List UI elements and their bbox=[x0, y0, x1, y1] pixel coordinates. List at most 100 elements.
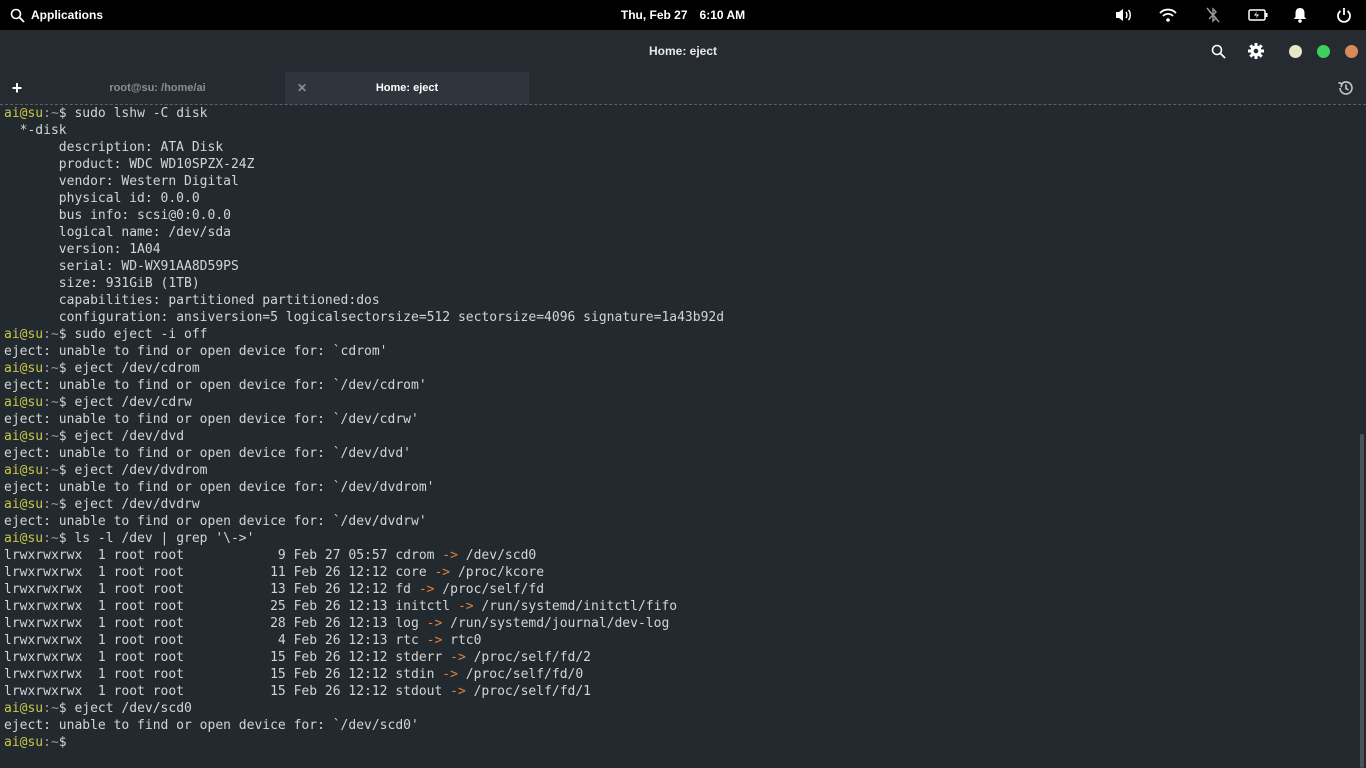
symlink-arrow: -> bbox=[442, 548, 458, 563]
terminal-line: eject: unable to find or open device for… bbox=[4, 377, 1344, 394]
listing-entry: lrwxrwxrwx 1 root root 11 Feb 26 12:12 c… bbox=[4, 565, 435, 580]
terminal-line: lrwxrwxrwx 1 root root 13 Feb 26 12:12 f… bbox=[4, 581, 1344, 598]
terminal-line: lrwxrwxrwx 1 root root 9 Feb 27 05:57 cd… bbox=[4, 547, 1344, 564]
applications-menu[interactable]: Applications bbox=[10, 0, 103, 30]
tab-home-eject[interactable]: ✕ Home: eject bbox=[285, 72, 529, 104]
terminal-line: lrwxrwxrwx 1 root root 15 Feb 26 12:12 s… bbox=[4, 666, 1344, 683]
terminal-line: description: ATA Disk bbox=[4, 139, 1344, 156]
terminal-line: ai@su:~$ eject /dev/dvdrw bbox=[4, 496, 1344, 513]
prompt-user: ai@su bbox=[4, 395, 44, 410]
volume-icon[interactable] bbox=[1114, 0, 1134, 30]
command-text: eject /dev/dvdrom bbox=[66, 463, 208, 478]
prompt-symbol: $ bbox=[58, 701, 67, 716]
symlink-target: /proc/self/fd/2 bbox=[465, 650, 592, 665]
symlink-target: /proc/kcore bbox=[450, 565, 545, 580]
terminal-line: ai@su:~$ ls -l /dev | grep '\->' bbox=[4, 530, 1344, 547]
terminal-line: eject: unable to find or open device for… bbox=[4, 445, 1344, 462]
power-icon[interactable] bbox=[1337, 0, 1351, 30]
listing-entry: lrwxrwxrwx 1 root root 15 Feb 26 12:12 s… bbox=[4, 684, 451, 699]
terminal-line: physical id: 0.0.0 bbox=[4, 190, 1344, 207]
symlink-arrow: -> bbox=[457, 599, 474, 614]
listing-entry: lrwxrwxrwx 1 root root 13 Feb 26 12:12 f… bbox=[4, 582, 419, 597]
history-icon[interactable] bbox=[1337, 79, 1355, 97]
prompt-user: ai@su bbox=[4, 106, 44, 121]
notifications-icon[interactable] bbox=[1293, 0, 1307, 30]
command-text: eject /dev/scd0 bbox=[66, 701, 192, 716]
wifi-icon[interactable] bbox=[1159, 0, 1177, 30]
light-theme-dot-icon bbox=[1288, 44, 1302, 58]
prompt-path: :~ bbox=[43, 531, 59, 546]
output-text: version: 1A04 bbox=[4, 242, 161, 257]
terminal-line: lrwxrwxrwx 1 root root 11 Feb 26 12:12 c… bbox=[4, 564, 1344, 581]
terminal-output[interactable]: ai@su:~$ sudo lshw -C disk *-disk descri… bbox=[4, 105, 1344, 768]
output-text: logical name: /dev/sda bbox=[4, 225, 231, 240]
settings-button[interactable] bbox=[1246, 41, 1266, 61]
prompt-symbol: $ bbox=[58, 106, 67, 121]
prompt-symbol: $ bbox=[58, 395, 67, 410]
output-text: *-disk bbox=[4, 123, 67, 138]
listing-entry: lrwxrwxrwx 1 root root 15 Feb 26 12:12 s… bbox=[4, 667, 443, 682]
terminal-line: lrwxrwxrwx 1 root root 25 Feb 26 12:13 i… bbox=[4, 598, 1344, 615]
terminal-line: size: 931GiB (1TB) bbox=[4, 275, 1344, 292]
top-panel: Applications Thu, Feb 27 6:10 AM bbox=[0, 0, 1366, 30]
theme-light-button[interactable] bbox=[1285, 41, 1305, 61]
prompt-path: :~ bbox=[43, 735, 59, 750]
terminal-line: eject: unable to find or open device for… bbox=[4, 513, 1344, 530]
tab-root-home-ai[interactable]: root@su: /home/ai bbox=[30, 72, 285, 104]
terminal-line: eject: unable to find or open device for… bbox=[4, 411, 1344, 428]
battery-icon[interactable] bbox=[1248, 0, 1268, 30]
symlink-arrow: -> bbox=[450, 650, 466, 665]
prompt-user: ai@su bbox=[4, 327, 44, 342]
symlink-arrow: -> bbox=[434, 565, 451, 580]
terminal-line: lrwxrwxrwx 1 root root 28 Feb 26 12:13 l… bbox=[4, 615, 1344, 632]
prompt-path: :~ bbox=[43, 497, 59, 512]
tab-label: Home: eject bbox=[375, 82, 439, 94]
close-tab-icon[interactable]: ✕ bbox=[297, 72, 307, 104]
command-text: eject /dev/cdrw bbox=[66, 395, 192, 410]
window-title: Home: eject bbox=[648, 44, 718, 58]
date-label[interactable]: Thu, Feb 27 bbox=[621, 8, 688, 22]
terminal-line: configuration: ansiversion=5 logicalsect… bbox=[4, 309, 1344, 326]
symlink-target: /run/systemd/journal/dev-log bbox=[442, 616, 670, 631]
terminal-line: serial: WD-WX91AA8D59PS bbox=[4, 258, 1344, 275]
command-text: sudo eject -i off bbox=[66, 327, 208, 342]
terminal-line: lrwxrwxrwx 1 root root 15 Feb 26 12:12 s… bbox=[4, 649, 1344, 666]
applications-label: Applications bbox=[31, 8, 104, 22]
terminal-line: ai@su:~$ sudo eject -i off bbox=[4, 326, 1344, 343]
prompt-path: :~ bbox=[43, 395, 59, 410]
symlink-arrow: -> bbox=[442, 667, 458, 682]
prompt-user: ai@su bbox=[4, 701, 44, 716]
new-tab-button[interactable]: + bbox=[8, 78, 26, 98]
terminal-line: lrwxrwxrwx 1 root root 15 Feb 26 12:12 s… bbox=[4, 683, 1344, 700]
symlink-arrow: -> bbox=[418, 582, 435, 597]
output-text: eject: unable to find or open device for… bbox=[4, 446, 411, 461]
solarized-theme-dot-icon bbox=[1344, 44, 1358, 58]
prompt-user: ai@su bbox=[4, 531, 44, 546]
output-text: eject: unable to find or open device for… bbox=[4, 718, 419, 733]
command-text: ls -l /dev | grep '\->' bbox=[66, 531, 255, 546]
prompt-symbol: $ bbox=[58, 497, 67, 512]
search-button[interactable] bbox=[1208, 41, 1228, 61]
output-text: size: 931GiB (1TB) bbox=[4, 276, 200, 291]
prompt-symbol: $ bbox=[58, 463, 67, 478]
output-text: eject: unable to find or open device for… bbox=[4, 378, 427, 393]
prompt-path: :~ bbox=[43, 327, 59, 342]
prompt-path: :~ bbox=[43, 429, 59, 444]
theme-solarized-button[interactable] bbox=[1341, 41, 1361, 61]
symlink-target: /run/systemd/initctl/fifo bbox=[473, 599, 678, 614]
scrollbar[interactable] bbox=[1360, 434, 1364, 768]
command-text: eject /dev/dvdrw bbox=[66, 497, 200, 512]
time-label[interactable]: 6:10 AM bbox=[700, 8, 746, 22]
theme-green-button[interactable] bbox=[1313, 41, 1333, 61]
bluetooth-disabled-icon[interactable] bbox=[1206, 0, 1220, 30]
window-header: Home: eject bbox=[0, 30, 1366, 72]
symlink-arrow: -> bbox=[426, 616, 443, 631]
prompt-symbol: $ bbox=[58, 327, 67, 342]
terminal-line: eject: unable to find or open device for… bbox=[4, 479, 1344, 496]
symlink-target: /proc/self/fd/0 bbox=[457, 667, 584, 682]
listing-entry: lrwxrwxrwx 1 root root 9 Feb 27 05:57 cd… bbox=[4, 548, 443, 563]
prompt-user: ai@su bbox=[4, 497, 44, 512]
output-text: configuration: ansiversion=5 logicalsect… bbox=[4, 310, 725, 325]
command-text: eject /dev/dvd bbox=[66, 429, 185, 444]
listing-entry: lrwxrwxrwx 1 root root 4 Feb 26 12:13 rt… bbox=[4, 633, 427, 648]
